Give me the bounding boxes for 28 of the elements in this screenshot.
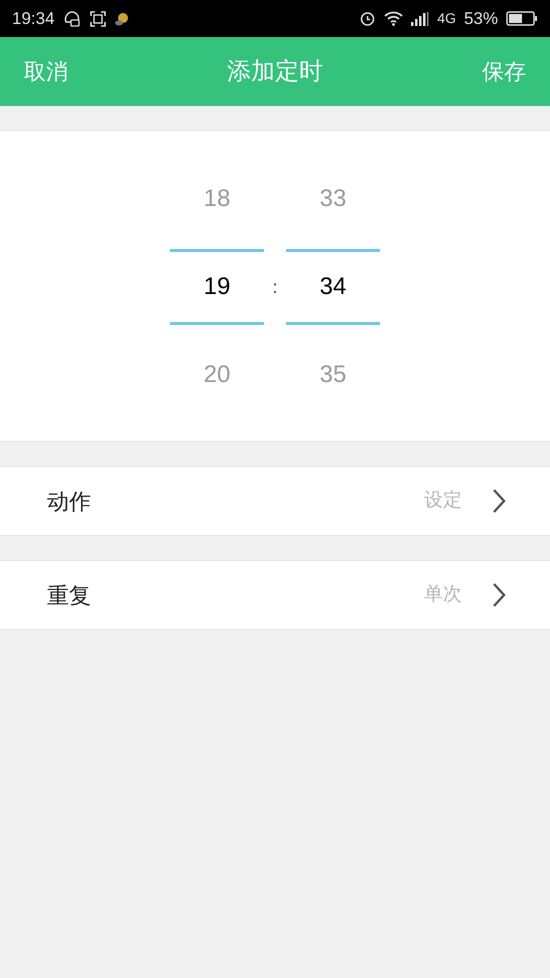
settings-row[interactable]: 重复 单次 [0,560,550,630]
wifi-icon [384,11,404,26]
cancel-button[interactable]: 取消 [24,55,68,88]
row-label: 动作 [47,488,92,516]
chat-bubble-icon [62,10,81,28]
save-button[interactable]: 保存 [482,55,526,88]
picker-value[interactable]: 35 [320,357,346,393]
picker-value[interactable]: 18 [204,181,230,217]
settings-row[interactable]: 动作 设定 [0,466,550,536]
battery-percent: 53% [464,8,498,30]
picker-value[interactable]: 34 [320,269,346,305]
picker-value[interactable]: 19 [204,269,230,305]
chevron-right-icon [492,582,506,608]
row-value: 设定 [424,488,462,513]
page-title: 添加定时 [227,56,323,86]
battery-icon [506,11,538,26]
scan-icon [88,10,107,28]
row-value: 单次 [424,582,462,607]
network-type: 4G [437,9,456,28]
row-label: 重复 [47,582,92,610]
time-separator: : [271,276,278,298]
signal-icon [411,12,430,26]
alarm-icon [359,10,376,27]
chevron-right-icon [492,488,506,514]
picker-value[interactable]: 20 [204,357,230,393]
weather-icon [114,12,129,26]
picker-value[interactable]: 33 [320,181,346,217]
status-time: 19:34 [12,8,55,30]
